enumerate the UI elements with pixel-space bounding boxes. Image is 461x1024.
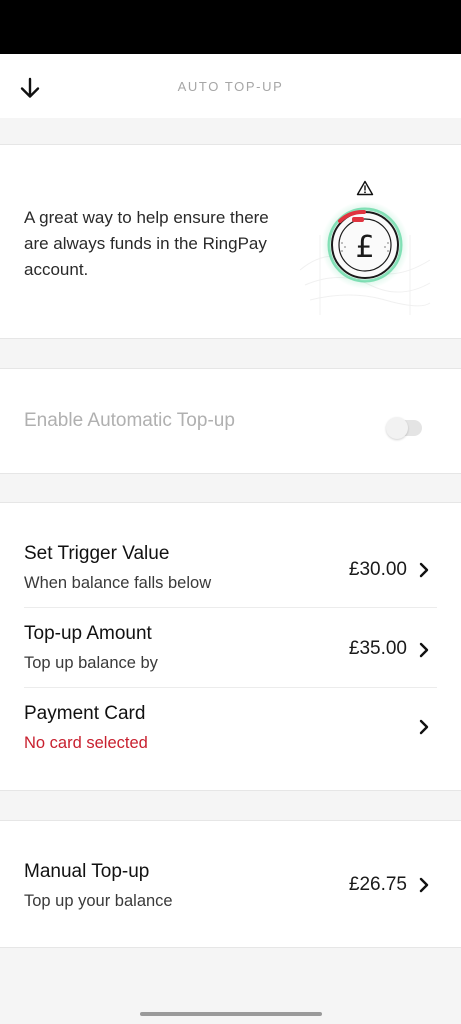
navigation-bar: AUTO TOP-UP: [0, 54, 461, 118]
enable-auto-topup-card: Enable Automatic Top-up: [0, 368, 461, 474]
manual-topup-title: Manual Top-up: [24, 861, 150, 882]
topup-amount-title: Top-up Amount: [24, 623, 152, 644]
info-card: A great way to help ensure there are alw…: [0, 144, 461, 339]
chevron-right-icon: [419, 719, 429, 735]
auto-topup-settings-card: Set Trigger Value When balance falls bel…: [0, 502, 461, 791]
trigger-value-row[interactable]: Set Trigger Value When balance falls bel…: [0, 503, 461, 608]
trigger-value-subtitle: When balance falls below: [24, 574, 212, 592]
topup-amount-value: £35.00: [348, 638, 407, 659]
payment-card-title: Payment Card: [24, 703, 146, 724]
warning-icon: [356, 180, 374, 196]
topup-amount-row[interactable]: Top-up Amount Top up balance by £35.00: [0, 608, 461, 688]
toggle-knob: [386, 417, 408, 439]
chevron-right-icon: [419, 642, 429, 658]
payment-card-row[interactable]: Payment Card No card selected: [0, 688, 461, 768]
trigger-value-title: Set Trigger Value: [24, 543, 170, 564]
chevron-right-icon: [419, 562, 429, 578]
manual-topup-subtitle: Top up your balance: [24, 892, 173, 910]
enable-auto-topup-label: Enable Automatic Top-up: [24, 410, 235, 431]
ring-illustration-icon: £: [299, 201, 431, 315]
manual-topup-card: Manual Top-up Top up your balance £26.75: [0, 820, 461, 948]
home-indicator[interactable]: [140, 1012, 322, 1016]
enable-auto-topup-toggle[interactable]: [386, 417, 424, 439]
payment-card-status: No card selected: [24, 734, 148, 752]
chevron-right-icon: [419, 877, 429, 893]
status-bar: [0, 0, 461, 54]
trigger-value-amount: £30.00: [348, 559, 407, 580]
info-description: A great way to help ensure there are alw…: [24, 208, 269, 279]
manual-topup-balance: £26.75: [348, 874, 407, 895]
svg-text:£: £: [355, 230, 374, 265]
topup-amount-subtitle: Top up balance by: [24, 654, 158, 672]
page-title: AUTO TOP-UP: [177, 79, 284, 94]
manual-topup-row[interactable]: Manual Top-up Top up your balance £26.75: [0, 821, 461, 949]
